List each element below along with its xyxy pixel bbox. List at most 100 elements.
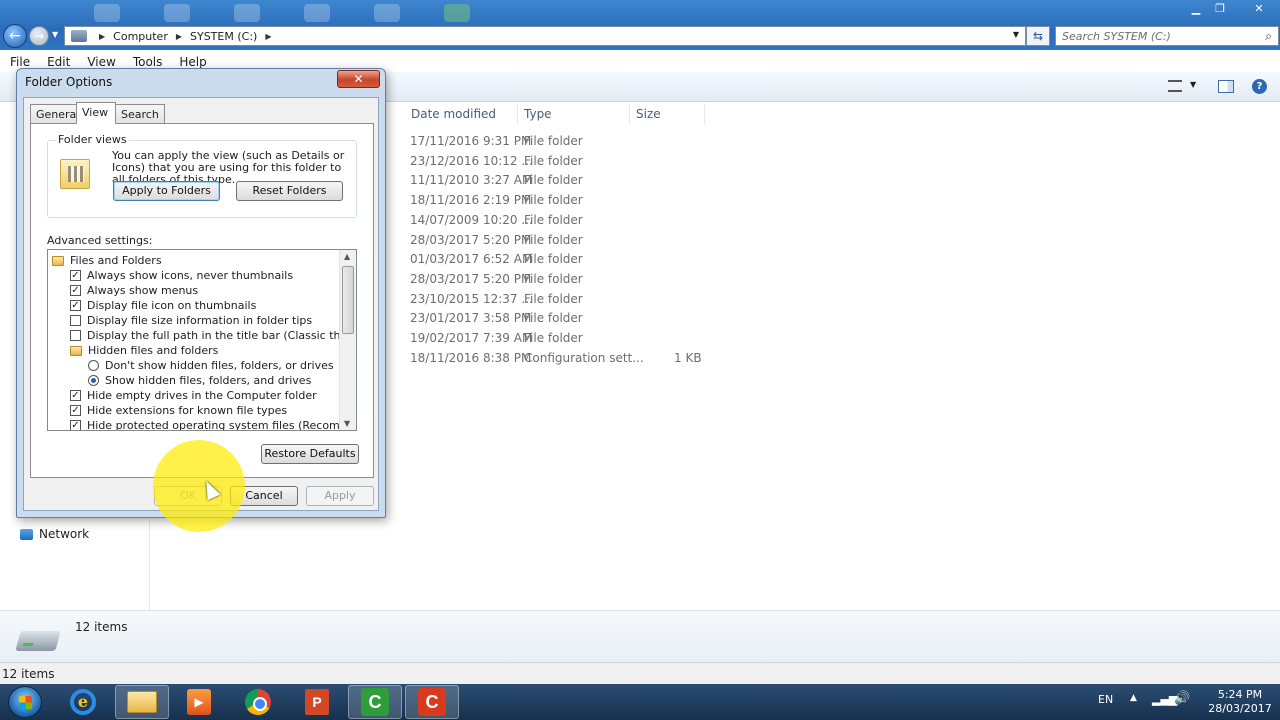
setting-label: Don't show hidden files, folders, or dri… (105, 359, 334, 372)
blurred-desktop-icon (164, 4, 190, 22)
file-type: File folder (524, 331, 583, 345)
back-arrow-icon: ← (9, 28, 21, 44)
address-bar[interactable]: ▶ Computer ▶ SYSTEM (C:) ▶ ▼ (64, 26, 1026, 46)
setting-label: Always show menus (87, 284, 199, 297)
column-header-date-modified[interactable]: Date modified (411, 107, 496, 121)
file-date-modified: 19/02/2017 7:39 AM (410, 331, 533, 345)
file-type: File folder (524, 134, 583, 148)
setting-checkbox[interactable]: ✓ Display file icon on thumbnails (70, 298, 256, 313)
minimize-button[interactable]: ▁ (1184, 0, 1208, 18)
show-hidden-icons-icon[interactable]: ▲ (1130, 693, 1137, 703)
refresh-button[interactable]: ⇆ (1026, 26, 1050, 46)
column-divider[interactable] (704, 104, 705, 124)
clock[interactable]: 5:24 PM 28/03/2017 (1202, 688, 1278, 716)
checkbox[interactable]: ✓ (70, 390, 81, 401)
scroll-up-icon[interactable]: ▲ (344, 252, 350, 261)
checkbox[interactable]: ✓ (70, 270, 81, 281)
blurred-desktop-icon (374, 4, 400, 22)
computer-icon (71, 30, 87, 42)
taskbar-camtasia-studio[interactable]: C (405, 685, 459, 719)
search-input[interactable]: Search SYSTEM (C:) ⌕ (1055, 26, 1279, 46)
back-button[interactable]: ← (3, 24, 27, 48)
setting-checkbox[interactable]: ✓ Always show menus (70, 283, 198, 298)
setting-checkbox[interactable]: Display file size information in folder … (70, 313, 312, 328)
apply-button[interactable]: Apply (306, 486, 374, 506)
speaker-icon[interactable]: 🔊 (1174, 691, 1190, 706)
taskbar-media-player[interactable]: ▶ (172, 685, 226, 719)
setting-label: Show hidden files, folders, and drives (105, 374, 312, 387)
change-view-icon[interactable] (1168, 80, 1182, 92)
column-header-type[interactable]: Type (524, 107, 552, 121)
apply-to-folders-button[interactable]: Apply to Folders (113, 181, 220, 201)
scrollbar-thumb[interactable] (342, 266, 354, 334)
maximize-button[interactable]: ❐ (1208, 0, 1232, 18)
clock-time: 5:24 PM (1217, 688, 1263, 701)
taskbar-powerpoint[interactable]: P (290, 685, 344, 719)
file-type: File folder (524, 232, 583, 247)
checkbox[interactable] (70, 315, 81, 326)
file-date-modified: 01/03/2017 6:52 AM (410, 252, 533, 267)
taskbar-internet-explorer[interactable]: e (56, 685, 110, 719)
checkbox[interactable]: ✓ (70, 285, 81, 296)
setting-label: Display file size information in folder … (87, 314, 313, 327)
file-date-modified: 23/01/2017 3:58 PM (410, 311, 532, 326)
language-indicator[interactable]: EN (1098, 693, 1113, 706)
chevron-right-icon[interactable]: ▶ (176, 32, 182, 41)
chevron-down-icon[interactable]: ▼ (1013, 30, 1019, 39)
taskbar-camtasia-recorder[interactable]: C (348, 685, 402, 719)
folder-views-legend: Folder views (56, 133, 129, 146)
file-date-modified: 18/11/2016 8:38 PM (410, 350, 532, 365)
setting-checkbox[interactable]: ✓ Hide extensions for known file types (70, 403, 287, 418)
chevron-right-icon[interactable]: ▶ (265, 32, 271, 41)
advanced-settings-list[interactable]: Files and Folders ✓ Always show icons, nev… (47, 249, 357, 431)
column-header-size[interactable]: Size (636, 107, 661, 121)
taskbar-windows-explorer[interactable] (115, 685, 169, 719)
tab-search[interactable]: Search (115, 104, 165, 124)
breadcrumb-system-c[interactable]: SYSTEM (C:) (190, 30, 257, 43)
forward-arrow-icon: → (33, 29, 45, 43)
blurred-desktop-icon (94, 4, 120, 22)
checkbox[interactable] (70, 330, 81, 341)
forward-button[interactable]: → (29, 26, 49, 46)
start-button[interactable] (8, 686, 42, 718)
cursor-highlight (153, 440, 245, 532)
breadcrumb-computer[interactable]: Computer (113, 30, 168, 43)
recent-pages-dropdown[interactable]: ▼ (52, 30, 58, 39)
file-date-modified: 23/12/2016 10:12 ... (410, 153, 533, 168)
chevron-down-icon[interactable]: ▼ (1190, 80, 1196, 89)
status-bar: 12 items (0, 662, 1280, 684)
setting-checkbox[interactable]: ✓ Hide empty drives in the Computer folde… (70, 388, 317, 403)
column-divider[interactable] (517, 104, 518, 124)
checkbox[interactable]: ✓ (70, 420, 81, 430)
tab-view[interactable]: View (76, 102, 116, 124)
radio-button[interactable] (88, 360, 99, 371)
radio-button[interactable] (88, 375, 99, 386)
camtasia-studio-icon: C (418, 688, 446, 716)
camtasia-recorder-icon: C (361, 688, 389, 716)
restore-defaults-button[interactable]: Restore Defaults (261, 444, 359, 464)
setting-checkbox[interactable]: Display the full path in the title bar (… (70, 328, 356, 343)
search-icon[interactable]: ⌕ (1265, 29, 1272, 44)
setting-checkbox[interactable]: ✓ Always show icons, never thumbnails (70, 268, 293, 283)
scroll-down-icon[interactable]: ▼ (344, 419, 350, 428)
column-divider[interactable] (629, 104, 630, 124)
close-window-button[interactable]: ✕ (1244, 0, 1274, 18)
nav-item-network[interactable]: Network (20, 527, 89, 541)
folder-icon (127, 691, 157, 713)
checkbox[interactable]: ✓ (70, 300, 81, 311)
help-icon[interactable]: ? (1252, 79, 1267, 94)
settings-scrollbar[interactable]: ▲ ▼ (339, 250, 356, 430)
media-player-icon: ▶ (187, 689, 211, 715)
setting-checkbox[interactable]: ✓ Hide protected operating system files (… (70, 418, 356, 430)
preview-pane-icon[interactable] (1218, 80, 1234, 93)
checkbox[interactable]: ✓ (70, 405, 81, 416)
chevron-right-icon[interactable]: ▶ (99, 32, 105, 41)
reset-folders-button[interactable]: Reset Folders (236, 181, 343, 201)
dialog-close-button[interactable]: ✕ (337, 70, 380, 88)
dialog-title: Folder Options (25, 75, 113, 89)
blurred-desktop-icon (304, 4, 330, 22)
taskbar-chrome[interactable] (231, 685, 285, 719)
setting-radio[interactable]: Show hidden files, folders, and drives (88, 373, 311, 388)
setting-radio[interactable]: Don't show hidden files, folders, or dri… (88, 358, 334, 373)
file-type: File folder (524, 311, 583, 326)
